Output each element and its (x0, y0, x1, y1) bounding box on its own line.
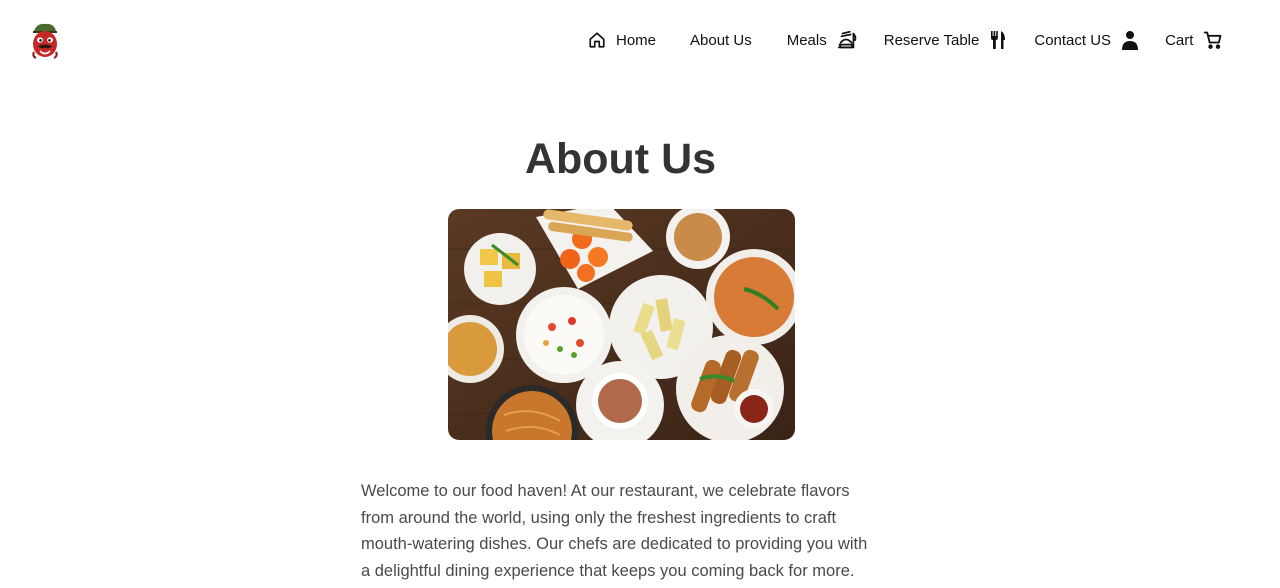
site-header: Home About Us Meals Reserve Table Contac… (0, 0, 1280, 80)
nav-reserve-table[interactable]: Reserve Table (884, 26, 1007, 54)
meals-icon (836, 29, 858, 51)
nav-contact-us[interactable]: Contact US (1034, 26, 1139, 54)
person-icon (1121, 30, 1139, 50)
nav-home[interactable]: Home (588, 26, 656, 54)
nav-cart[interactable]: Cart (1165, 26, 1223, 54)
main-nav: Home About Us Meals Reserve Table Contac… (588, 26, 1223, 54)
nav-reserve-table-label: Reserve Table (883, 31, 980, 49)
nav-meals-label: Meals (786, 31, 827, 49)
cart-icon (1203, 30, 1223, 50)
nav-home-label: Home (616, 31, 657, 49)
nav-about-us[interactable]: About Us (690, 26, 752, 54)
nav-meals[interactable]: Meals (787, 26, 858, 54)
nav-about-us-label: About Us (690, 31, 752, 49)
about-intro-text: Welcome to our food haven! At our restau… (361, 482, 868, 581)
chef-mascot-logo-icon (32, 23, 58, 59)
nav-contact-us-label: Contact US (1034, 31, 1112, 49)
fork-knife-icon (990, 30, 1006, 50)
nav-cart-label: Cart (1165, 31, 1194, 49)
home-icon (588, 31, 606, 49)
page-title: About Us (524, 135, 717, 183)
hero-food-image (448, 209, 795, 440)
site-logo[interactable] (28, 22, 62, 60)
page: Home About Us Meals Reserve Table Contac… (0, 0, 1280, 588)
